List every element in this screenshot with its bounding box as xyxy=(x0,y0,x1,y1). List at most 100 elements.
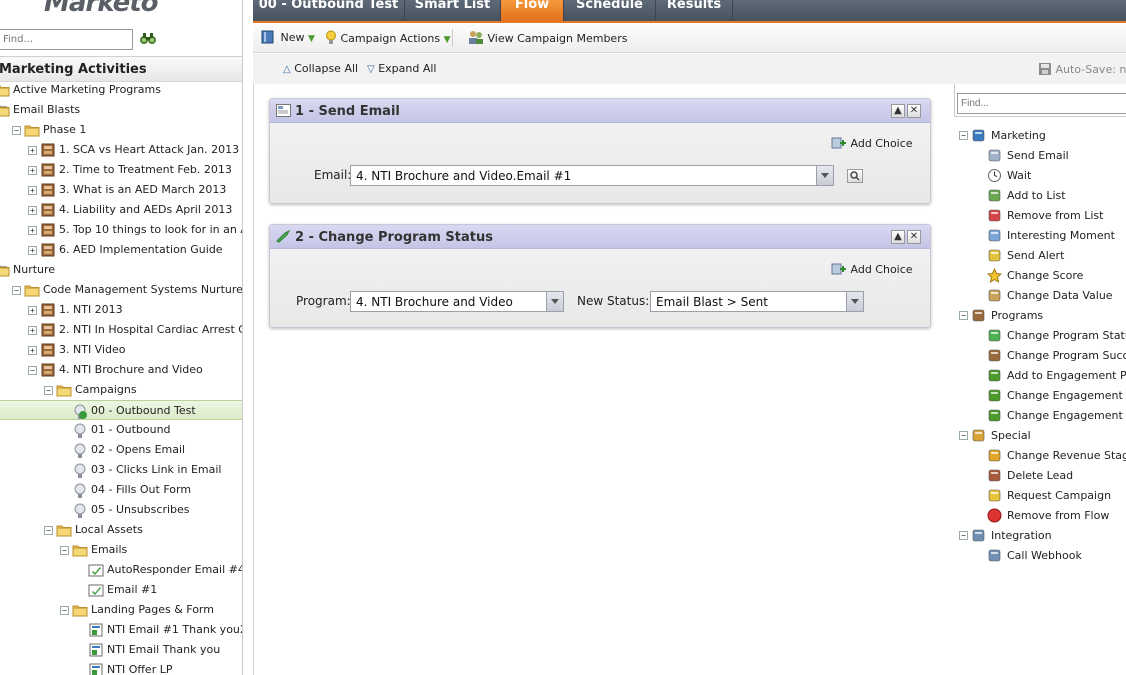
tree-item[interactable]: +5. Top 10 things to look for in an AED … xyxy=(0,220,242,240)
flow-action-group[interactable]: − Marketing xyxy=(954,125,1126,145)
view-campaign-members-button[interactable]: View Campaign Members xyxy=(468,30,627,45)
tree-item[interactable]: +3. NTI Video xyxy=(0,340,242,360)
flow-action-group[interactable]: − Integration xyxy=(954,525,1126,545)
new-status-select[interactable]: Email Blast > Sent xyxy=(650,291,864,312)
flow-action-item[interactable]: Add to List xyxy=(954,185,1126,205)
tree-item[interactable]: 02 - Opens Email xyxy=(0,440,242,460)
flow-actions-search-input[interactable] xyxy=(957,93,1126,114)
tree-item[interactable]: NTI Email #1 Thank you2 xyxy=(0,620,242,640)
collapse-node-icon[interactable]: − xyxy=(959,431,968,440)
tree-item[interactable]: +2. NTI In Hospital Cardiac Arrest Guide xyxy=(0,320,242,340)
flow-action-item[interactable]: Remove from Flow xyxy=(954,505,1126,525)
flow-action-item[interactable]: Remove from List xyxy=(954,205,1126,225)
flow-action-item[interactable]: Wait xyxy=(954,165,1126,185)
tree-item[interactable]: − Landing Pages & Form xyxy=(0,600,242,620)
flow-action-group[interactable]: − Special xyxy=(954,425,1126,445)
tree-item[interactable]: +6. AED Implementation Guide xyxy=(0,240,242,260)
collapse-node-icon[interactable]: − xyxy=(44,526,53,535)
tree-item[interactable]: +1. NTI 2013 xyxy=(0,300,242,320)
campaign-actions-menu-button[interactable]: Campaign Actions ▼ xyxy=(325,30,450,45)
tree-item[interactable]: −Email Blasts xyxy=(0,100,242,120)
expand-node-icon[interactable]: + xyxy=(28,326,37,335)
tree-item[interactable]: Email #1 xyxy=(0,580,242,600)
left-search-input[interactable] xyxy=(0,29,133,50)
flow-action-item[interactable]: Add to Engagement Prog xyxy=(954,365,1126,385)
collapse-node-icon[interactable]: − xyxy=(12,286,21,295)
tree-item[interactable]: +2. Time to Treatment Feb. 2013 xyxy=(0,160,242,180)
tree-item[interactable]: NTI Email Thank you xyxy=(0,640,242,660)
delete-step-button[interactable]: ✕ xyxy=(907,104,921,118)
collapse-node-icon[interactable]: − xyxy=(60,546,69,555)
flow-action-item[interactable]: Change Program Status xyxy=(954,325,1126,345)
tree-item[interactable]: NTI Offer LP xyxy=(0,660,242,675)
flow-action-item[interactable]: Send Alert xyxy=(954,245,1126,265)
tree-item[interactable]: − Phase 1 xyxy=(0,120,242,140)
flow-action-item[interactable]: Interesting Moment xyxy=(954,225,1126,245)
expand-node-icon[interactable]: + xyxy=(28,166,37,175)
add-choice-button[interactable]: Add Choice xyxy=(831,136,913,150)
program-select[interactable]: 4. NTI Brochure and Video xyxy=(350,291,564,312)
tab-00-outbound-test[interactable]: 00 - Outbound Test xyxy=(253,0,405,21)
move-up-button[interactable]: ▲ xyxy=(891,230,905,244)
tab-smart-list[interactable]: Smart List xyxy=(405,0,501,21)
collapse-node-icon[interactable]: − xyxy=(959,531,968,540)
tree-item[interactable]: − Campaigns xyxy=(0,380,242,400)
landing-page-icon xyxy=(88,663,104,675)
flow-action-item[interactable]: Change Revenue Stage xyxy=(954,445,1126,465)
tree-item[interactable]: 00 - Outbound Test xyxy=(0,400,242,420)
flow-action-item[interactable]: Delete Lead xyxy=(954,465,1126,485)
tree-item[interactable]: 05 - Unsubscribes xyxy=(0,500,242,520)
collapse-all-button[interactable]: △ Collapse All xyxy=(283,62,358,75)
tab-schedule[interactable]: Schedule xyxy=(564,0,656,21)
flow-action-item[interactable]: Change Data Value xyxy=(954,285,1126,305)
collapse-node-icon[interactable]: − xyxy=(959,131,968,140)
expand-node-icon[interactable]: + xyxy=(28,206,37,215)
collapse-node-icon[interactable]: − xyxy=(12,126,21,135)
folder-icon xyxy=(0,103,10,117)
flow-action-item[interactable]: Change Engagement Pro xyxy=(954,385,1126,405)
flow-action-item[interactable]: Request Campaign xyxy=(954,485,1126,505)
expand-node-icon[interactable]: + xyxy=(28,306,37,315)
flow-action-label: Interesting Moment xyxy=(1007,229,1115,242)
new-menu-button[interactable]: New ▼ xyxy=(261,30,315,44)
collapse-node-icon[interactable]: − xyxy=(959,311,968,320)
tree-item[interactable]: +3. What is an AED March 2013 xyxy=(0,180,242,200)
expand-node-icon[interactable]: + xyxy=(28,186,37,195)
delete-step-button[interactable]: ✕ xyxy=(907,230,921,244)
tree-item[interactable]: − Code Management Systems Nurture xyxy=(0,280,242,300)
tree-item[interactable]: Active Marketing Programs xyxy=(0,80,242,100)
tab-results[interactable]: Results xyxy=(656,0,733,21)
email-select[interactable]: 4. NTI Brochure and Video.Email #1 xyxy=(350,165,834,186)
collapse-node-icon[interactable]: − xyxy=(28,366,37,375)
tree-item[interactable]: 01 - Outbound xyxy=(0,420,242,440)
flow-action-item[interactable]: Call Webhook xyxy=(954,545,1126,565)
tree-item[interactable]: − Emails xyxy=(0,540,242,560)
tree-item[interactable]: − 4. NTI Brochure and Video xyxy=(0,360,242,380)
flow-action-item[interactable]: Send Email xyxy=(954,145,1126,165)
delete-lead-icon xyxy=(987,468,1003,483)
flow-action-group[interactable]: − Programs xyxy=(954,305,1126,325)
tab-flow[interactable]: Flow xyxy=(501,0,564,21)
tree-item[interactable]: −Nurture xyxy=(0,260,242,280)
expand-node-icon[interactable]: + xyxy=(28,346,37,355)
tree-item[interactable]: +4. Liability and AEDs April 2013 xyxy=(0,200,242,220)
tree-item[interactable]: +1. SCA vs Heart Attack Jan. 2013 xyxy=(0,140,242,160)
tree-item[interactable]: AutoResponder Email #4 xyxy=(0,560,242,580)
flow-action-item[interactable]: Change Engagement Pro xyxy=(954,405,1126,425)
tree-item[interactable]: 04 - Fills Out Form xyxy=(0,480,242,500)
collapse-node-icon[interactable]: − xyxy=(60,606,69,615)
preview-email-button[interactable] xyxy=(847,169,863,183)
collapse-node-icon[interactable]: − xyxy=(44,386,53,395)
binoculars-icon[interactable] xyxy=(139,30,157,46)
expand-node-icon[interactable]: + xyxy=(28,226,37,235)
expand-node-icon[interactable]: + xyxy=(28,246,37,255)
expand-node-icon[interactable]: + xyxy=(28,146,37,155)
flow-action-item[interactable]: Change Program Succes xyxy=(954,345,1126,365)
tree-item[interactable]: 03 - Clicks Link in Email xyxy=(0,460,242,480)
expand-all-button[interactable]: ▽ Expand All xyxy=(367,62,436,75)
tree-item[interactable]: − Local Assets xyxy=(0,520,242,540)
move-up-button[interactable]: ▲ xyxy=(891,104,905,118)
email-field-label: Email: xyxy=(314,168,352,182)
add-choice-button[interactable]: Add Choice xyxy=(831,262,913,276)
flow-action-item[interactable]: Change Score xyxy=(954,265,1126,285)
